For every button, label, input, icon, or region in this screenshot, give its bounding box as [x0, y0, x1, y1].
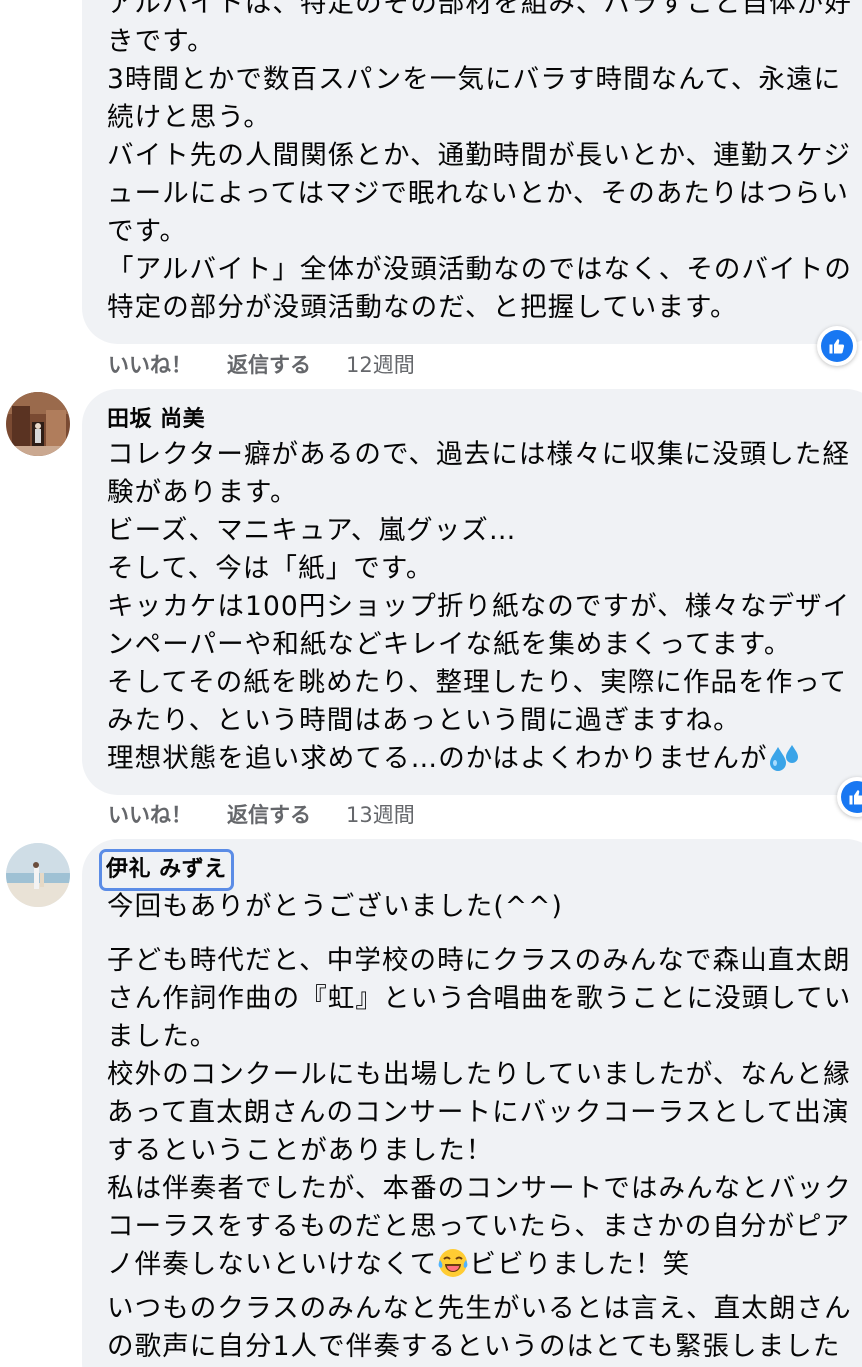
comment-line: コーラスをするものだと思っていたら、まさかの自分がピア [107, 1211, 851, 1242]
comment-timestamp[interactable]: 13週間 [346, 799, 415, 829]
comment-line: ノ伴奏しないといけなくて ビビりました！笑 [107, 1246, 862, 1290]
comment-line: あって直太朗さんのコンサートにバックコーラスとして出演 [107, 1097, 850, 1128]
comment-line: コレクター癖があるので、過去には様々に収集に没頭した経 [107, 439, 851, 470]
comment-text: 今回もありがとうございました(^^) 子ども時代だと、中学校の時にクラスのみんな… [107, 888, 862, 1366]
comment-text: コレクター癖があるので、過去には様々に収集に没頭した経 験があります。 ビーズ、… [107, 436, 862, 784]
sweat-droplets-icon [768, 743, 800, 784]
comment-line: そしてその紙を眺めたり、整理したり、実際に作品を作って [107, 667, 848, 698]
comment-line: 「アルバイト」全体が没頭活動なのではなく、そのバイトの [107, 254, 852, 285]
comment-line: みたり、という時間はあっという間に過ぎますね。 [107, 705, 741, 736]
comment-line: バイト先の人間関係とか、通勤時間が長いとか、連勤スケジ [107, 140, 852, 171]
comment-line-text: ビビりました！笑 [469, 1249, 691, 1280]
like-icon [841, 781, 862, 813]
avatar[interactable] [6, 843, 70, 907]
comment-line: さん作詞作曲の『虹』という合唱曲を歌うことに没頭してい [107, 983, 852, 1014]
comment-line: そして、今は「紙」です。 [107, 553, 434, 584]
comment-line: きです。 [107, 26, 215, 57]
comment-text: アルバイトは、特定のその部材を組み、バラすこと自体が好 きです。 3時間とかで数… [107, 0, 862, 327]
like-button[interactable]: いいね！ [108, 349, 192, 379]
comment-timestamp[interactable]: 12週間 [346, 349, 415, 379]
like-icon [821, 330, 853, 362]
comment-line: 子ども時代だと、中学校の時にクラスのみんなで森山直太朗 [107, 945, 851, 976]
comment-bubble: アルバイトは、特定のその部材を組み、バラすこと自体が好 きです。 3時間とかで数… [82, 0, 862, 344]
comment-thread: アルバイトは、特定のその部材を組み、バラすこと自体が好 きです。 3時間とかで数… [0, 0, 862, 1367]
comment-bubble: 田坂 尚美 コレクター癖があるので、過去には様々に収集に没頭した経 験があります… [82, 389, 862, 795]
comment-line: 続けと思う。 [107, 102, 272, 133]
comment-line: 私は伴奏者でしたが、本番のコンサートではみんなとバック [107, 1173, 852, 1204]
reply-button[interactable]: 返信する [227, 349, 311, 379]
comment-actions: いいね！ 返信する 12週間 [108, 349, 415, 379]
comment-line: 理想状態を追い求めてる…のかはよくわかりませんが [107, 740, 862, 784]
comment-line: いつものクラスのみんなと先生がいるとは言え、直太朗さん [107, 1293, 852, 1324]
comment-line: ンペーパーや和紙などキレイな紙を集めまくってます。 [107, 629, 792, 660]
tears-of-joy-icon [437, 1247, 469, 1290]
like-reaction-badge[interactable] [817, 326, 857, 366]
like-button[interactable]: いいね！ [108, 799, 192, 829]
comment-line: 験があります。 [107, 477, 298, 508]
comment-actions: いいね！ 返信する 13週間 [108, 799, 415, 829]
avatar[interactable] [6, 392, 70, 456]
comment-line: ました。 [107, 1021, 218, 1052]
comment-line: の歌声に自分1人で伴奏するというのはとても緊張しました [107, 1331, 841, 1362]
comment-line: 今回もありがとうございました(^^) [107, 891, 563, 922]
comment-line: 校外のコンクールにも出場したりしていましたが、なんと縁 [107, 1059, 851, 1090]
comment-bubble: 伊礼 みずえ 今回もありがとうございました(^^) 子ども時代だと、中学校の時に… [82, 839, 862, 1367]
comment-line: 特定の部分が没頭活動なのだ、と把握しています。 [107, 292, 738, 323]
comment-line: 3時間とかで数百スパンを一気にバラす時間なんて、永遠に [107, 64, 842, 95]
comment-line: です。 [107, 216, 188, 247]
reply-button[interactable]: 返信する [227, 799, 311, 829]
comment-line: するということがありました！ [107, 1135, 494, 1166]
comment-line-text: 理想状態を追い求めてる…のかはよくわかりませんが [107, 743, 768, 774]
comment-line-text: ノ伴奏しないといけなくて [107, 1249, 438, 1280]
comment-line: ュールによってはマジで眠れないとか、そのあたりはつらい [107, 178, 850, 209]
comment-author[interactable]: 伊礼 みずえ [99, 849, 234, 891]
comment-line: アルバイトは、特定のその部材を組み、バラすこと自体が好 [107, 0, 852, 19]
comment-line: キッカケは100円ショップ折り紙なのですが、様々なデザイ [107, 591, 851, 622]
comment-line: ビーズ、マニキュア、嵐グッズ… [107, 515, 517, 546]
comment-author[interactable]: 田坂 尚美 [107, 404, 862, 436]
